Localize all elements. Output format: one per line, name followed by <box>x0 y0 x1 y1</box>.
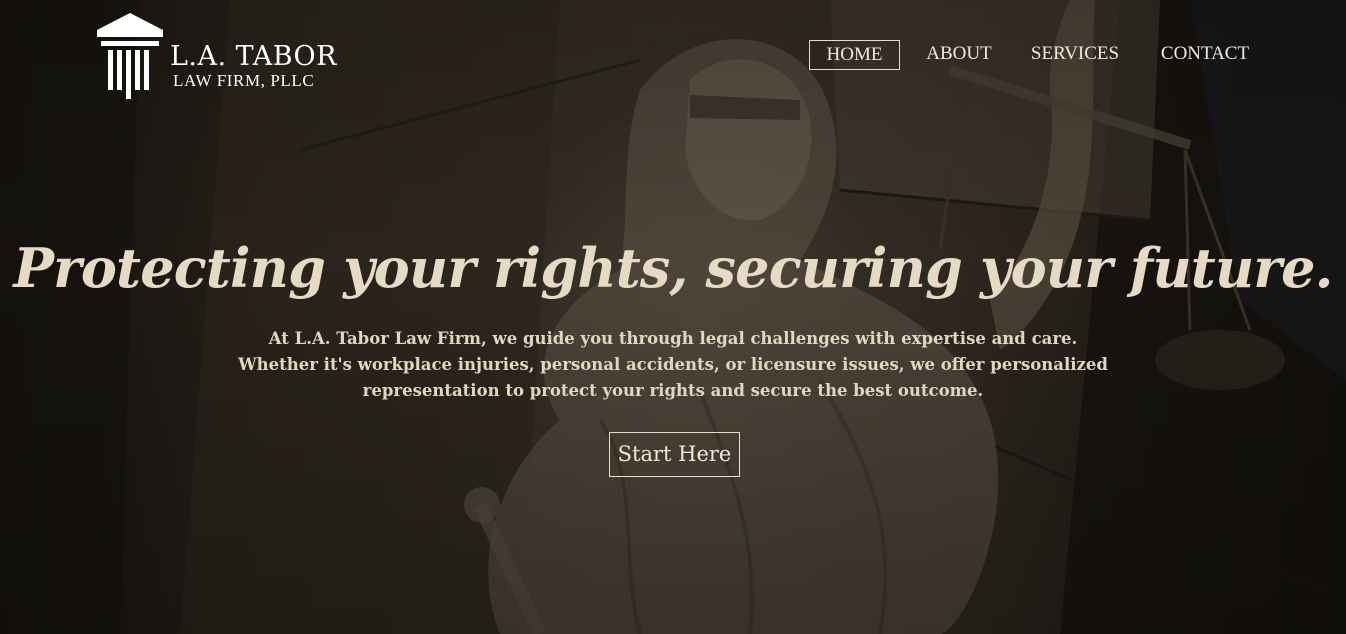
start-here-button[interactable]: Start Here <box>609 432 740 477</box>
brand-name: L.A. TABOR <box>170 41 338 72</box>
hero-headline: Protecting your rights, securing your fu… <box>13 236 1333 300</box>
courthouse-pillars-icon <box>97 13 163 99</box>
hero-description: At L.A. Tabor Law Firm, we guide you thr… <box>238 329 1108 400</box>
nav-services[interactable]: SERVICES <box>1029 40 1121 70</box>
nav-about[interactable]: ABOUT <box>923 40 995 70</box>
nav-contact[interactable]: CONTACT <box>1159 40 1251 70</box>
nav-home[interactable]: HOME <box>809 40 900 70</box>
site-logo[interactable]: L.A. TABOR LAW FIRM, PLLC <box>97 13 347 99</box>
brand-subtitle: LAW FIRM, PLLC <box>173 71 315 90</box>
